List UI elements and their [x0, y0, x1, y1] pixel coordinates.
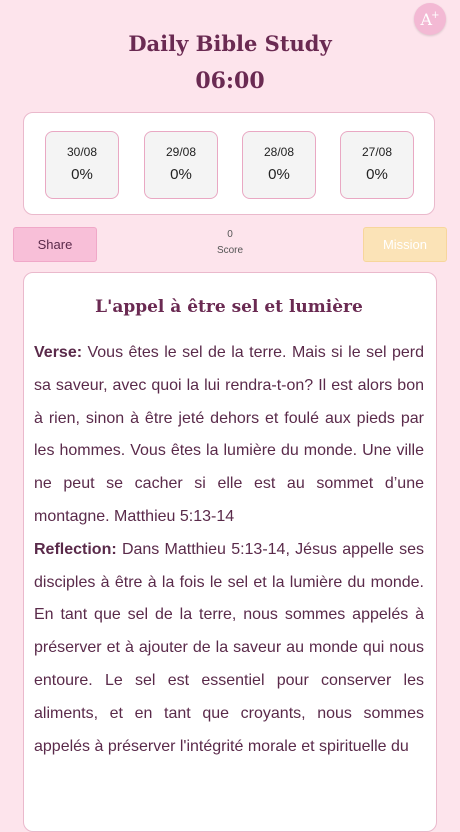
day-progress: 0%: [268, 166, 290, 183]
score-display: 0 Score: [190, 229, 270, 256]
day-date: 29/08: [165, 145, 197, 159]
study-card: L'appel à être sel et lumière Verse: Vou…: [23, 272, 437, 832]
reflection-paragraph: Reflection: Dans Matthieu 5:13-14, Jésus…: [34, 534, 424, 764]
days-panel: 30/08 0% 29/08 0% 28/08 0% 27/08 0%: [23, 112, 435, 215]
day-progress: 0%: [71, 166, 93, 183]
day-card[interactable]: 28/08 0%: [242, 131, 316, 199]
day-date: 30/08: [66, 145, 98, 159]
verse-text: Vous êtes le sel de la terre. Mais si le…: [34, 344, 424, 525]
reflection-label: Reflection:: [34, 540, 117, 558]
verse-label: Verse:: [34, 344, 83, 361]
day-progress: 0%: [366, 166, 388, 183]
score-label: Score: [216, 245, 244, 256]
day-progress: 0%: [170, 166, 192, 183]
timer: 06:00: [195, 68, 265, 94]
day-date: 27/08: [361, 145, 393, 159]
share-button[interactable]: Share: [13, 227, 97, 262]
score-value: 0: [227, 229, 233, 240]
day-card[interactable]: 27/08 0%: [340, 131, 414, 199]
verse-paragraph: Verse: Vous êtes le sel de la terre. Mai…: [34, 337, 424, 534]
day-card[interactable]: 29/08 0%: [144, 131, 218, 199]
day-card[interactable]: 30/08 0%: [45, 131, 119, 199]
reflection-text: Dans Matthieu 5:13-14, Jésus appelle ses…: [34, 540, 424, 755]
app-title: Daily Bible Study: [128, 31, 332, 56]
mission-button[interactable]: Mission: [363, 227, 447, 262]
font-size-icon: A+: [420, 9, 440, 29]
day-date: 28/08: [263, 145, 295, 159]
study-title: L'appel à être sel et lumière: [95, 297, 363, 317]
